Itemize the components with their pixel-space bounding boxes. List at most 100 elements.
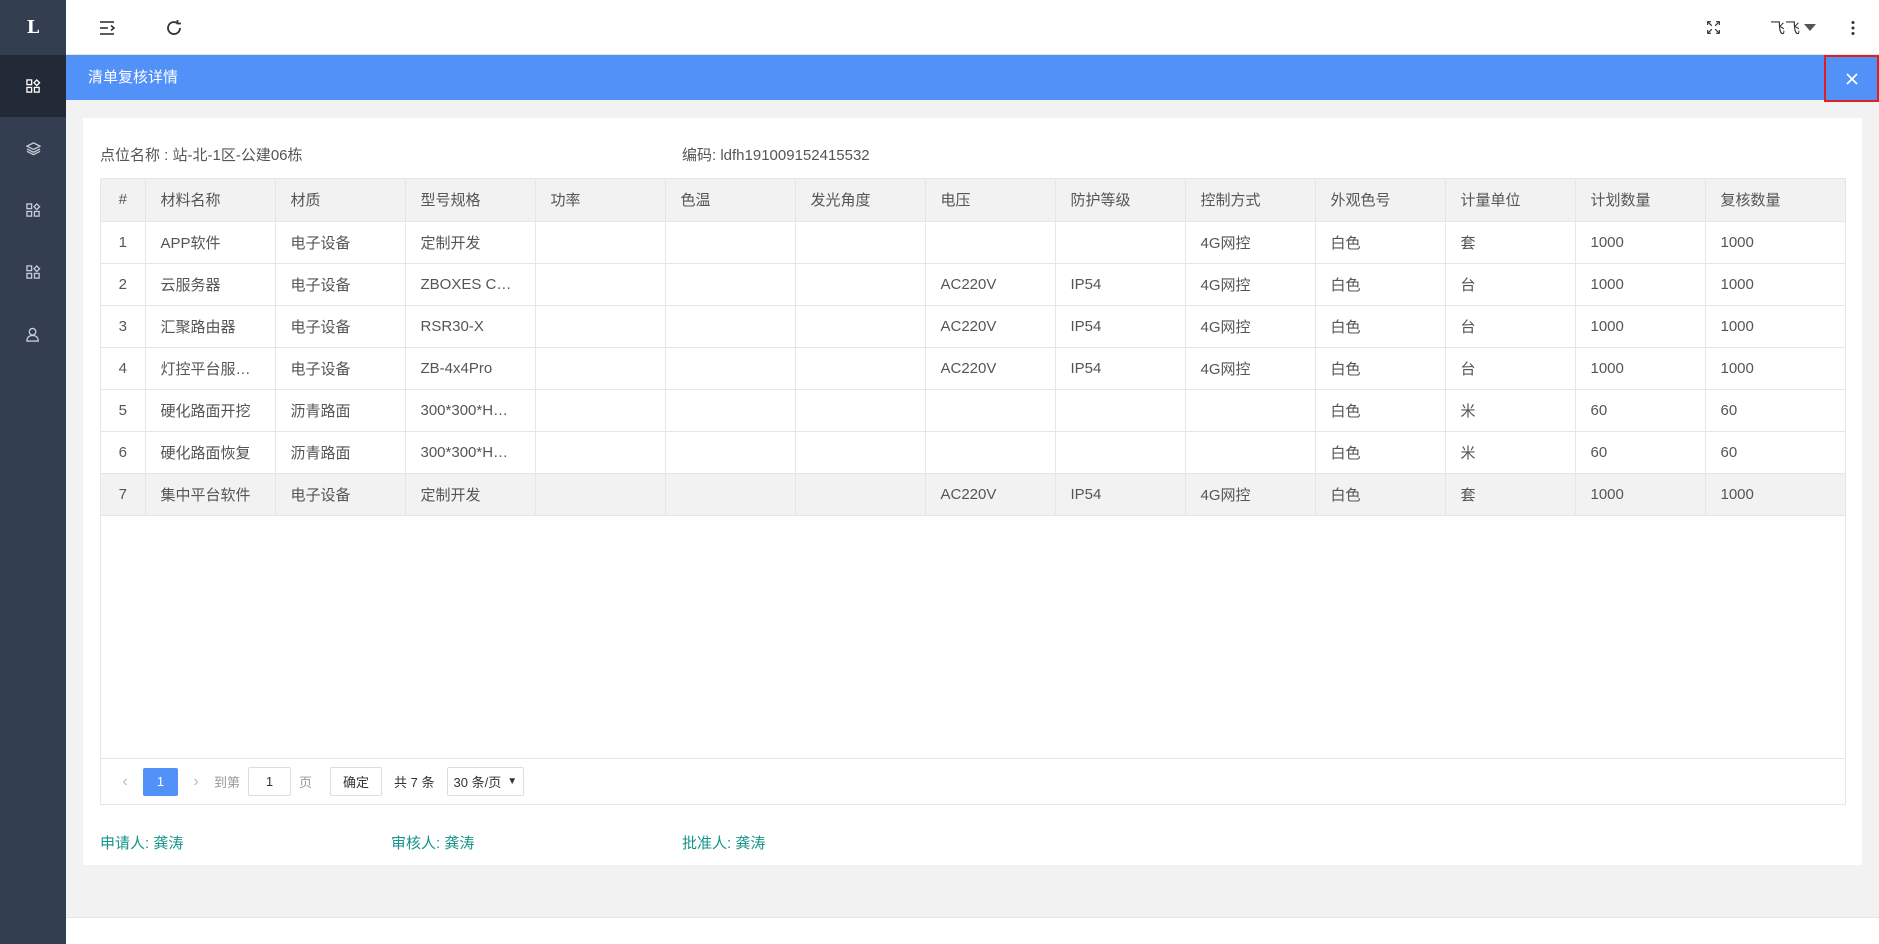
column-header: 复核数量 xyxy=(1705,179,1845,222)
table-cell xyxy=(665,305,796,348)
menu-toggle-icon xyxy=(100,20,116,35)
table-cell: AC220V xyxy=(925,347,1056,390)
table-cell: 1000 xyxy=(1705,263,1845,306)
dialog-title: 清单复核详情 xyxy=(88,69,179,86)
table-cell xyxy=(925,221,1056,264)
table-cell: 1000 xyxy=(1705,221,1845,264)
table-cell: 白色 xyxy=(1315,263,1446,306)
goto-page-input[interactable] xyxy=(248,767,292,796)
table-cell xyxy=(1055,431,1186,474)
column-header: 控制方式 xyxy=(1185,179,1316,222)
table-cell: APP软件 xyxy=(145,221,276,264)
sidebar-item-5[interactable] xyxy=(0,303,66,365)
fullscreen-button[interactable] xyxy=(1698,0,1728,55)
table-cell xyxy=(535,431,666,474)
column-header: 电压 xyxy=(925,179,1056,222)
table-cell: 米 xyxy=(1445,431,1576,474)
table-row[interactable]: 2 云服务器 电子设备 ZBOXES C… AC220V IP54 4G网控 白色台 1000 1… xyxy=(101,263,1845,306)
table-cell: 2 xyxy=(101,263,146,306)
layers-icon xyxy=(25,141,41,155)
table-cell xyxy=(795,347,926,390)
table-cell xyxy=(665,431,796,474)
table-cell: 电子设备 xyxy=(275,347,406,390)
table-cell: 集中平台软件 xyxy=(145,473,276,516)
table-cell: 云服务器 xyxy=(145,263,276,306)
table-row[interactable]: 3 汇聚路由器 电子设备 RSR30-X AC220V IP54 4G网控 白色台 1000 10… xyxy=(101,305,1845,348)
column-header: 发光角度 xyxy=(795,179,926,222)
table-row[interactable]: 4 灯控平台服… 电子设备 ZB-4x4Pro AC220V IP54 4G网控 白色台 100… xyxy=(101,347,1845,390)
table-cell: 沥青路面 xyxy=(275,431,406,474)
table-cell: 台 xyxy=(1445,347,1576,390)
table-cell: 白色 xyxy=(1315,305,1446,348)
more-button[interactable] xyxy=(1838,0,1868,55)
table-cell xyxy=(795,431,926,474)
confirm-button[interactable]: 确定 xyxy=(330,767,383,796)
applicant: 申请人: 龚涛 xyxy=(100,835,184,852)
table-cell xyxy=(535,473,666,516)
close-button[interactable] xyxy=(1824,55,1879,102)
user-menu[interactable]: 飞飞 xyxy=(1763,0,1823,55)
dropdown-arrow-icon: ▼ xyxy=(507,776,518,787)
column-header: 材质 xyxy=(275,179,406,222)
table-cell: 1000 xyxy=(1575,305,1706,348)
table-cell: 1000 xyxy=(1705,347,1845,390)
material-table: # 材料名称 材质 型号规格 功率 色温 发光角度 电压 防护等级 控制方式 外观色号 计量单位 计划数… xyxy=(100,178,1846,805)
table-row[interactable]: 6 硬化路面恢复 沥青路面 300*300*H… 白色米 60 60 xyxy=(101,431,1845,474)
table-cell xyxy=(535,221,666,264)
refresh-button[interactable] xyxy=(159,0,189,55)
column-header: 计划数量 xyxy=(1575,179,1706,222)
table-cell: 60 xyxy=(1705,389,1845,432)
table-cell: 套 xyxy=(1445,473,1576,516)
table-cell: 汇聚路由器 xyxy=(145,305,276,348)
total-count: 共 7 条 xyxy=(394,775,435,790)
dialog-titlebar: 清单复核详情 xyxy=(66,55,1879,102)
table-cell: 6 xyxy=(101,431,146,474)
table-cell: 4 xyxy=(101,347,146,390)
table-cell xyxy=(665,263,796,306)
table-cell: 4G网控 xyxy=(1185,305,1316,348)
table-cell: 60 xyxy=(1705,431,1845,474)
table-cell: 5 xyxy=(101,389,146,432)
table-cell xyxy=(1185,431,1316,474)
table-cell xyxy=(535,347,666,390)
footer-bar xyxy=(66,917,1879,944)
page-1-button[interactable]: 1 xyxy=(143,767,178,796)
record-code: 编码: ldfh191009152415532 xyxy=(682,147,870,164)
page-size-select[interactable]: 30 条/页 ▼ xyxy=(446,767,525,796)
table-cell: 定制开发 xyxy=(405,473,536,516)
more-vertical-icon xyxy=(1851,20,1855,35)
table-cell: ZB-4x4Pro xyxy=(405,347,536,390)
approver: 批准人: 龚涛 xyxy=(682,835,766,852)
table-cell: 台 xyxy=(1445,263,1576,306)
table-cell: 4G网控 xyxy=(1185,221,1316,264)
table-cell: IP54 xyxy=(1055,305,1186,348)
column-header: # xyxy=(101,179,146,222)
table-cell: 电子设备 xyxy=(275,221,406,264)
pagination: ‹ 1 › 到第 页 确定 共 7 条 30 条/页 ▼ xyxy=(101,758,1845,804)
table-row[interactable]: 5 硬化路面开挖 沥青路面 300*300*H… 白色米 60 60 xyxy=(101,389,1845,432)
goto-label: 到第 xyxy=(214,775,241,790)
menu-toggle-button[interactable] xyxy=(92,0,122,55)
table-cell: 套 xyxy=(1445,221,1576,264)
sidebar: L xyxy=(0,0,66,944)
table-cell: 硬化路面开挖 xyxy=(145,389,276,432)
table-row[interactable]: 1 APP软件 电子设备 定制开发 4G网控 白色套 1000 1000 xyxy=(101,221,1845,264)
table-cell: 7 xyxy=(101,473,146,516)
table-cell xyxy=(535,263,666,306)
table-header-row: # 材料名称 材质 型号规格 功率 色温 发光角度 电压 防护等级 控制方式 外观色号 计量单位 计划数… xyxy=(101,179,1845,222)
sidebar-item-3[interactable] xyxy=(0,179,66,241)
sidebar-item-2[interactable] xyxy=(0,117,66,179)
app-grid-icon xyxy=(25,78,41,93)
sidebar-item-1[interactable] xyxy=(0,55,66,117)
next-page-icon[interactable]: › xyxy=(186,773,206,791)
app-grid-icon xyxy=(25,202,41,217)
table-cell: 白色 xyxy=(1315,347,1446,390)
table-cell xyxy=(795,473,926,516)
sidebar-item-4[interactable] xyxy=(0,241,66,303)
page-size-value: 30 条/页 xyxy=(453,775,502,790)
caret-down-icon xyxy=(1804,24,1816,31)
table-cell: 4G网控 xyxy=(1185,263,1316,306)
table-cell: AC220V xyxy=(925,305,1056,348)
table-row[interactable]: 7 集中平台软件 电子设备 定制开发 AC220V IP54 4G网控 白色套 1000 1000 xyxy=(101,473,1845,516)
prev-page-icon[interactable]: ‹ xyxy=(115,773,135,791)
